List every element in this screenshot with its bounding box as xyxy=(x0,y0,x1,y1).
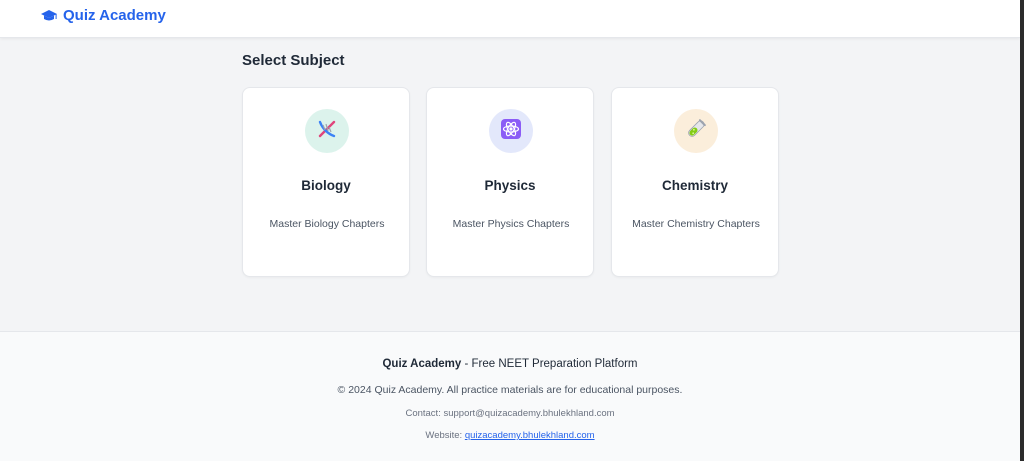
footer-contact: Contact: support@quizacademy.bhulekhland… xyxy=(405,408,615,419)
subject-card-physics[interactable]: Physics Master Physics Chapters xyxy=(426,87,594,277)
footer-website-label: Website: xyxy=(425,430,465,441)
footer-tagline: Quiz Academy - Free NEET Preparation Pla… xyxy=(0,358,1020,370)
subject-card-biology[interactable]: Biology Master Biology Chapters xyxy=(242,87,410,277)
footer-website: Website: quizacademy.bhulekhland.com xyxy=(0,430,1020,441)
footer-copyright: © 2024 Quiz Academy. All practice materi… xyxy=(337,384,683,396)
brand-name: Quiz Academy xyxy=(63,7,166,24)
graduation-cap-icon xyxy=(40,9,58,23)
top-navbar: Quiz Academy xyxy=(0,0,1020,38)
subject-icon-badge xyxy=(305,109,349,153)
dna-icon xyxy=(316,118,338,145)
subject-description: Master Chemistry Chapters xyxy=(632,218,760,230)
window-edge xyxy=(1020,0,1024,461)
footer: Quiz Academy - Free NEET Preparation Pla… xyxy=(0,331,1020,461)
subject-card-chemistry[interactable]: Chemistry Master Chemistry Chapters xyxy=(611,87,779,277)
page: Quiz Academy Select Subject Biology Mast… xyxy=(0,0,1024,461)
subject-description: Master Physics Chapters xyxy=(452,218,570,230)
atom-icon xyxy=(500,118,522,145)
section-title: Select Subject xyxy=(242,52,345,69)
footer-brand: Quiz Academy xyxy=(382,358,462,370)
subject-title: Biology xyxy=(301,178,351,193)
subject-description: Master Biology Chapters xyxy=(269,218,385,230)
footer-tagline-text: - Free NEET Preparation Platform xyxy=(461,358,638,370)
subject-icon-badge xyxy=(489,109,533,153)
subject-icon-badge xyxy=(674,109,718,153)
main-content: Select Subject Biology Master Biology Ch… xyxy=(0,38,1020,331)
subject-title: Chemistry xyxy=(661,178,729,193)
test-tube-icon xyxy=(685,118,707,145)
subject-title: Physics xyxy=(484,178,536,193)
brand-link[interactable]: Quiz Academy xyxy=(40,7,166,24)
website-link[interactable]: quizacademy.bhulekhland.com xyxy=(465,430,595,441)
